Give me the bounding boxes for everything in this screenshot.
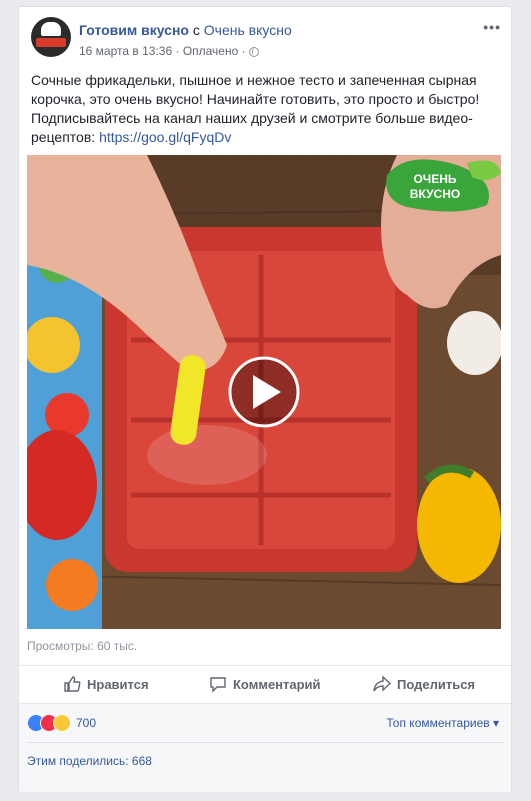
video-thumbnail: ОЧЕНЬ ВКУСНО (27, 155, 501, 629)
header-title-line: Готовим вкусно с Очень вкусно (79, 22, 292, 38)
chef-hat-icon (41, 22, 61, 36)
post-text-line: Подписывайтесь на канал наших друзей и с… (31, 110, 473, 126)
post-footer: 700 Топ комментариев ▾ Этим поделились: … (19, 703, 511, 792)
brand-badge: ОЧЕНЬ ВКУСНО (386, 159, 501, 212)
post-text-line: Сочные фрикадельки, пышное и нежное тест… (31, 72, 477, 88)
post-text: Сочные фрикадельки, пышное и нежное тест… (31, 71, 503, 147)
yellow-pepper (417, 467, 501, 583)
share-arrow-icon (373, 675, 391, 692)
top-comments-label: Топ комментариев (386, 716, 490, 730)
thumb-up-icon (64, 676, 81, 692)
post-meta: 16 марта в 13:36 · Оплачено · (79, 44, 259, 58)
comment-bubble-icon (210, 677, 226, 693)
like-label: Нравится (87, 676, 149, 692)
comment-button[interactable]: Комментарий (209, 666, 321, 702)
sad-reaction-icon (53, 714, 71, 732)
footer-divider (27, 742, 503, 743)
post-text-line: корочка, это очень вкусно! Начинайте гот… (31, 91, 480, 107)
partner-page-link[interactable]: Очень вкусно (204, 22, 292, 38)
share-button[interactable]: Поделиться (373, 666, 475, 702)
like-button[interactable]: Нравится (63, 666, 149, 702)
shares-count[interactable]: Этим поделились: 668 (27, 754, 152, 768)
action-bar: Нравится Комментарий Поделиться (19, 665, 513, 702)
with-word: с (192, 22, 200, 38)
reactions-summary[interactable]: 700 (27, 714, 96, 732)
post-date[interactable]: 16 марта в 13:36 (79, 44, 172, 58)
globe-icon (248, 47, 259, 57)
comment-label: Комментарий (233, 676, 321, 692)
video-player[interactable]: ОЧЕНЬ ВКУСНО (27, 155, 501, 629)
badge-line-2: ВКУСНО (410, 187, 460, 201)
view-count: Просмотры: 60 тыс. (27, 639, 138, 653)
badge-line-1: ОЧЕНЬ (413, 172, 456, 186)
page-avatar[interactable] (31, 17, 71, 57)
sponsored-label: Оплачено (182, 44, 239, 58)
post-text-line: рецептов: (31, 129, 100, 145)
post-link[interactable]: https://goo.gl/qFyqDv (99, 129, 231, 145)
top-comments-dropdown[interactable]: Топ комментариев ▾ (386, 716, 499, 730)
page-name-link[interactable]: Готовим вкусно (79, 22, 189, 38)
share-label: Поделиться (397, 676, 476, 692)
play-icon[interactable] (228, 356, 300, 428)
garlic (447, 311, 501, 375)
reaction-count[interactable]: 700 (76, 716, 96, 730)
avatar-band (36, 38, 66, 47)
post-card: Готовим вкусно с Очень вкусно 16 марта в… (18, 6, 513, 792)
caret-down-icon: ▾ (492, 716, 499, 730)
more-options-icon[interactable]: ••• (483, 19, 501, 35)
post-header: Готовим вкусно с Очень вкусно 16 марта в… (31, 17, 501, 63)
meta-separator-2: · (241, 44, 246, 58)
meta-separator: · (175, 44, 180, 58)
